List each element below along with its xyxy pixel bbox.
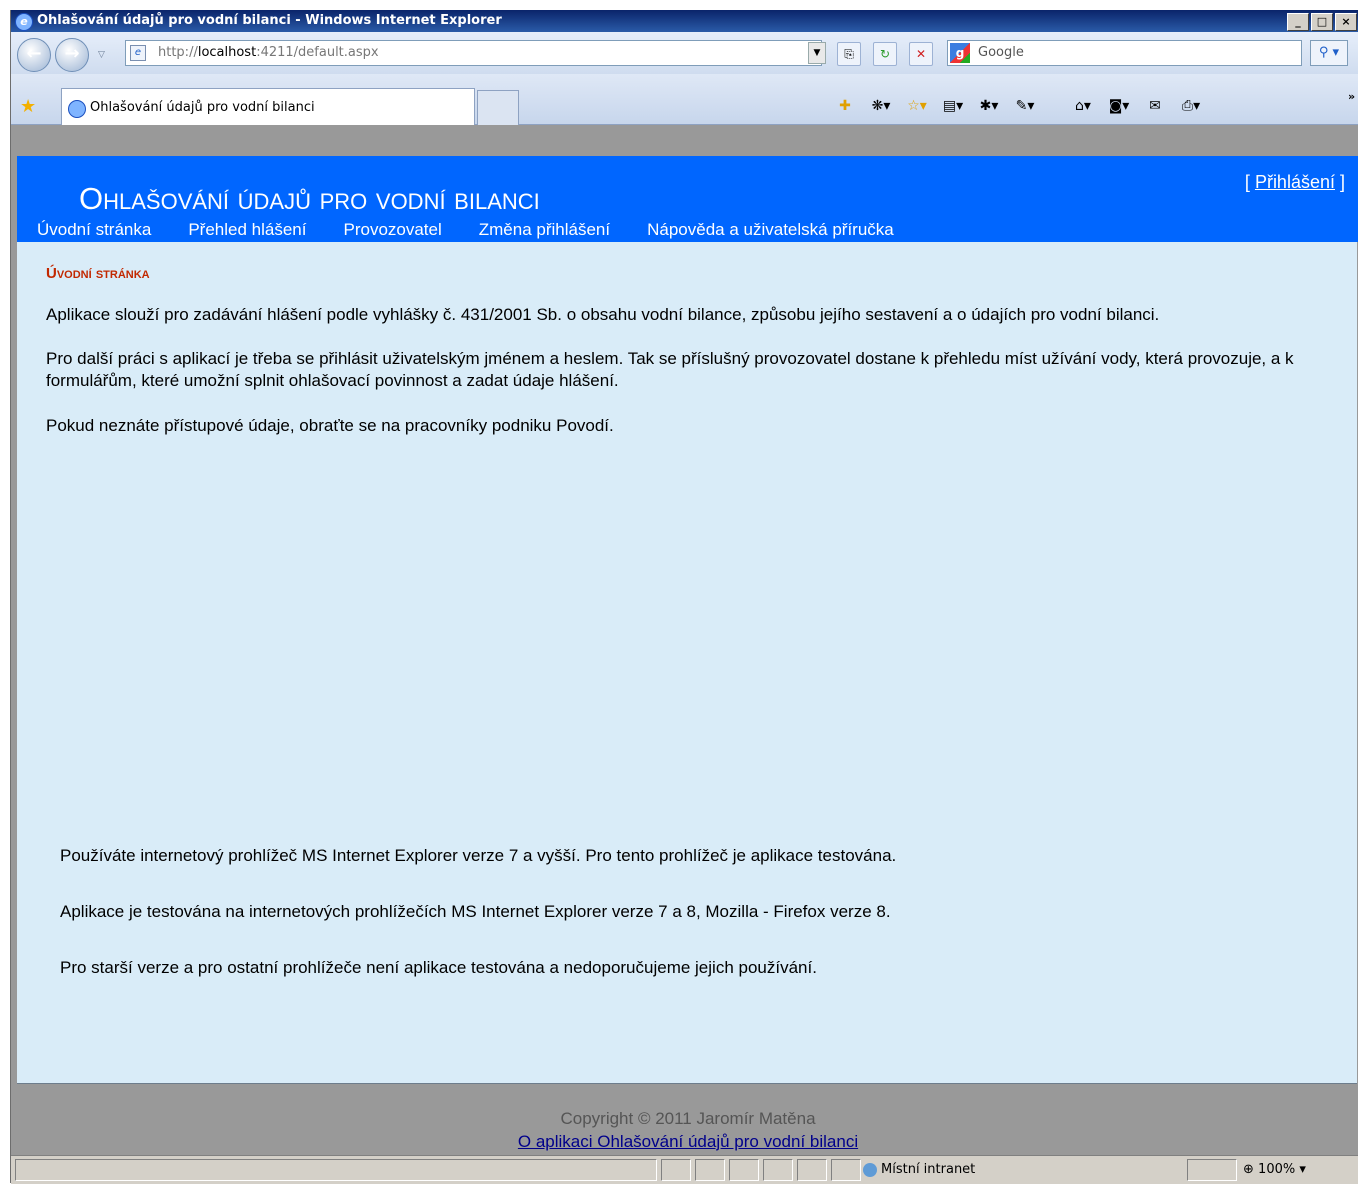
search-button[interactable]: ⚲ ▾ bbox=[1310, 40, 1348, 66]
site-title: Ohlašování údajů pro vodní bilanci bbox=[79, 181, 540, 216]
login-link[interactable]: Přihlášení bbox=[1255, 172, 1335, 192]
page-icon: e bbox=[130, 45, 146, 61]
forward-button[interactable]: → bbox=[55, 38, 89, 72]
addon-icon[interactable]: ✱▾ bbox=[975, 98, 1003, 114]
research-icon[interactable]: ✎▾ bbox=[1011, 98, 1039, 114]
about-link[interactable]: O aplikaci Ohlašování údajů pro vodní bi… bbox=[17, 1132, 1358, 1152]
menu-item-change-login[interactable]: Změna přihlášení bbox=[479, 220, 610, 240]
favorites-icon[interactable]: ☆▾ bbox=[903, 98, 931, 114]
add-favorites-icon[interactable]: ✚ bbox=[831, 98, 859, 114]
login-info-paragraph: Pro další práci s aplikací je třeba se p… bbox=[46, 349, 1294, 390]
status-pane bbox=[763, 1159, 793, 1181]
history-dropdown-icon[interactable]: ▽ bbox=[98, 50, 105, 60]
home-icon[interactable]: ⌂▾ bbox=[1069, 98, 1097, 114]
search-provider-label: Google bbox=[978, 45, 1024, 60]
title-bar: e Ohlašování údajů pro vodní bilanci - W… bbox=[11, 10, 1358, 32]
login-area: [ Přihlášení ] bbox=[1244, 172, 1345, 192]
google-icon: g bbox=[950, 43, 970, 63]
address-url: http://localhost:4211/default.aspx bbox=[158, 45, 379, 60]
tab-label: Ohlašování údajů pro vodní bilanci bbox=[90, 100, 315, 115]
web-slices-icon[interactable]: ❋▾ bbox=[867, 98, 895, 114]
main-menu: Úvodní stránka Přehled hlášení Provozova… bbox=[37, 220, 894, 240]
ie-logo-icon: e bbox=[15, 13, 33, 31]
favorites-star-icon[interactable]: ★ bbox=[20, 96, 36, 117]
tab-bar: ★ Ohlašování údajů pro vodní bilanci ✚ ❋… bbox=[11, 74, 1358, 125]
search-field[interactable]: g Google bbox=[947, 40, 1302, 66]
status-pane bbox=[661, 1159, 691, 1181]
copyright-text: Copyright © 2011 Jaromír Matěna bbox=[560, 1109, 816, 1128]
stop-icon[interactable]: ✕ bbox=[909, 42, 933, 66]
browser-note-current: Používáte internetový prohlížeč MS Inter… bbox=[60, 846, 897, 865]
intro-paragraph: Aplikace slouží pro zadávání hlášení pod… bbox=[46, 305, 1160, 324]
address-dropdown-button[interactable]: ▼ bbox=[808, 42, 826, 64]
feeds-icon[interactable]: ◙▾ bbox=[1105, 98, 1133, 114]
address-field[interactable]: e http://localhost:4211/default.aspx bbox=[125, 40, 822, 66]
security-zone[interactable]: Místní intranet bbox=[863, 1162, 975, 1177]
browser-note-tested: Aplikace je testována na internetových p… bbox=[60, 902, 891, 921]
toolbar-overflow-icon[interactable]: » bbox=[1348, 90, 1355, 103]
top-spacer bbox=[11, 125, 1358, 156]
tab-active[interactable]: Ohlašování údajů pro vodní bilanci bbox=[61, 88, 475, 125]
close-button[interactable]: × bbox=[1335, 13, 1357, 31]
status-bar: Místní intranet ⊕ 100% ▾ bbox=[11, 1155, 1358, 1184]
refresh-icon[interactable]: ↻ bbox=[873, 42, 897, 66]
browser-note-unsupported: Pro starší verze a pro ostatní prohlížeč… bbox=[60, 958, 817, 977]
window-title: Ohlašování údajů pro vodní bilanci - Win… bbox=[37, 13, 502, 28]
menu-item-operator[interactable]: Provozovatel bbox=[343, 220, 441, 240]
site-header: Ohlašování údajů pro vodní bilanci [ Při… bbox=[17, 156, 1358, 242]
back-button[interactable]: ← bbox=[17, 38, 51, 72]
zoom-icon: ⊕ bbox=[1243, 1162, 1254, 1177]
compatibility-view-icon[interactable]: ⎘ bbox=[837, 42, 861, 66]
maximize-button[interactable]: □ bbox=[1311, 13, 1333, 31]
menu-item-home[interactable]: Úvodní stránka bbox=[37, 220, 151, 240]
browser-window: e Ohlašování údajů pro vodní bilanci - W… bbox=[10, 10, 1358, 1184]
intranet-globe-icon bbox=[863, 1162, 877, 1177]
status-pane bbox=[695, 1159, 725, 1181]
page-viewport: Ohlašování údajů pro vodní bilanci [ Při… bbox=[11, 125, 1358, 1155]
zoom-control[interactable]: ⊕ 100% ▾ bbox=[1243, 1162, 1306, 1177]
mail-icon[interactable]: ✉ bbox=[1141, 98, 1169, 114]
site-footer: Copyright © 2011 Jaromír Matěna O aplika… bbox=[17, 1084, 1358, 1155]
menu-item-reports[interactable]: Přehled hlášení bbox=[188, 220, 306, 240]
protected-mode-button[interactable] bbox=[1187, 1159, 1237, 1181]
minimize-button[interactable]: _ bbox=[1287, 13, 1309, 31]
status-pane bbox=[729, 1159, 759, 1181]
section-title: Úvodní stránka bbox=[46, 265, 150, 282]
menu-item-help[interactable]: Nápověda a uživatelská příručka bbox=[647, 220, 894, 240]
address-toolbar: ← → ▽ e http://localhost:4211/default.as… bbox=[11, 32, 1358, 74]
contact-paragraph: Pokud neznáte přístupové údaje, obraťte … bbox=[46, 416, 614, 435]
tab-page-icon bbox=[68, 100, 86, 118]
main-content: Úvodní stránka Aplikace slouží pro zadáv… bbox=[17, 242, 1357, 1084]
new-tab-button[interactable] bbox=[477, 90, 519, 125]
status-pane bbox=[797, 1159, 827, 1181]
status-pane bbox=[831, 1159, 861, 1181]
status-text-pane bbox=[15, 1159, 657, 1181]
page-tools-icon[interactable]: ▤▾ bbox=[939, 98, 967, 114]
print-icon[interactable]: ⎙▾ bbox=[1177, 98, 1205, 114]
